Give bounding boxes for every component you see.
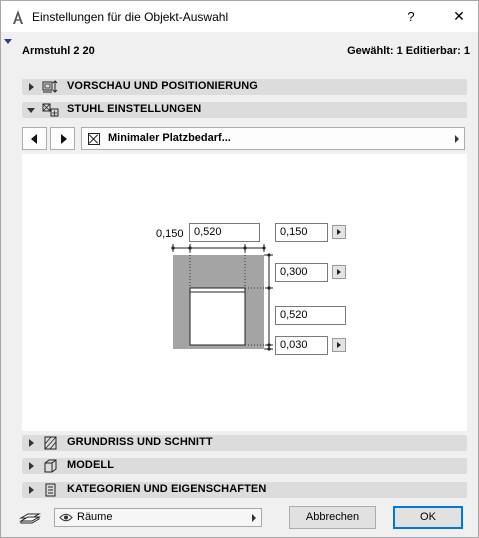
arrow-left-icon <box>31 134 37 144</box>
front-depth-field[interactable]: 0,300 <box>275 263 328 282</box>
layer-stack-icon <box>19 513 41 524</box>
back-depth-stepper[interactable] <box>332 338 346 352</box>
panel-header-categories[interactable]: KATEGORIEN UND EIGENSCHAFTEN <box>22 482 467 498</box>
panel-label-categories: KATEGORIEN UND EIGENSCHAFTEN <box>67 483 267 495</box>
layer-dropdown[interactable]: Räume <box>54 508 262 527</box>
expand-arrow-icon <box>29 439 34 447</box>
panel-header-chair-settings[interactable]: STUHL EINSTELLUNGEN <box>22 102 467 118</box>
panel-header-preview[interactable]: VORSCHAU UND POSITIONIERUNG <box>22 79 467 95</box>
help-button[interactable]: ? <box>395 1 427 32</box>
seat-depth-field[interactable]: 0,520 <box>275 306 346 325</box>
cancel-button[interactable]: Abbrechen <box>289 506 376 529</box>
play-arrow-icon <box>337 342 341 348</box>
collapse-info-icon[interactable] <box>4 39 12 44</box>
expand-arrow-icon <box>29 486 34 494</box>
next-page-button[interactable] <box>50 127 75 150</box>
object-name: Armstuhl 2 20 <box>22 45 95 57</box>
panel-label-preview: VORSCHAU UND POSITIONIERUNG <box>67 80 258 92</box>
selection-info: Gewählt: 1 Editierbar: 1 <box>347 45 470 57</box>
left-clearance-value: 0,150 <box>156 228 184 240</box>
floorplan-section-icon <box>44 436 57 450</box>
eye-icon <box>59 513 73 522</box>
previous-page-button[interactable] <box>22 127 47 150</box>
close-icon: ✕ <box>453 8 465 24</box>
chair-seat <box>189 291 246 346</box>
chair-backrest <box>189 287 246 293</box>
page-selector[interactable]: Minimaler Platzbedarf... <box>81 127 465 150</box>
dialog-footer: Räume Abbrechen OK <box>1 501 478 537</box>
layer-dropdown-label: Räume <box>77 511 113 523</box>
front-depth-stepper[interactable] <box>332 265 346 279</box>
ok-button[interactable]: OK <box>393 506 463 529</box>
panel-label-chair-settings: STUHL EINSTELLUNGEN <box>67 103 202 115</box>
back-depth-field[interactable]: 0,030 <box>275 336 328 355</box>
width-field[interactable]: 0,520 <box>189 223 260 242</box>
dialog-window: Einstellungen für die Objekt-Auswahl ? ✕… <box>0 0 479 538</box>
categories-list-icon <box>45 483 56 497</box>
page-type-icon <box>88 133 100 145</box>
play-arrow-icon <box>337 269 341 275</box>
title-bar[interactable]: Einstellungen für die Objekt-Auswahl ? ✕ <box>1 1 478 32</box>
page-selector-label: Minimaler Platzbedarf... <box>108 132 231 144</box>
archicad-logo-icon <box>13 10 23 24</box>
collapse-arrow-icon <box>27 108 35 113</box>
expand-arrow-icon <box>29 462 34 470</box>
chair-settings-icon <box>42 103 59 117</box>
panel-header-model[interactable]: MODELL <box>22 458 467 474</box>
preview-positioning-icon <box>42 80 58 93</box>
close-button[interactable]: ✕ <box>441 1 477 32</box>
help-icon: ? <box>407 9 415 24</box>
right-clearance-stepper[interactable] <box>332 225 346 239</box>
chevron-right-icon <box>455 135 459 143</box>
model-cube-icon <box>44 459 57 473</box>
panel-label-floorplan: GRUNDRISS UND SCHNITT <box>67 436 213 448</box>
arrow-right-icon <box>61 134 67 144</box>
right-clearance-field[interactable]: 0,150 <box>275 223 328 242</box>
settings-content: 0,150 0,520 0,150 0,300 0,520 0,030 <box>22 154 467 431</box>
window-title: Einstellungen für die Objekt-Auswahl <box>32 10 229 24</box>
panel-label-model: MODELL <box>67 459 115 471</box>
chevron-right-icon <box>252 514 256 522</box>
panel-header-floorplan[interactable]: GRUNDRISS UND SCHNITT <box>22 435 467 451</box>
page-navigation: Minimaler Platzbedarf... <box>22 127 465 150</box>
clearance-diagram <box>171 244 273 351</box>
expand-arrow-icon <box>29 83 34 91</box>
play-arrow-icon <box>337 229 341 235</box>
